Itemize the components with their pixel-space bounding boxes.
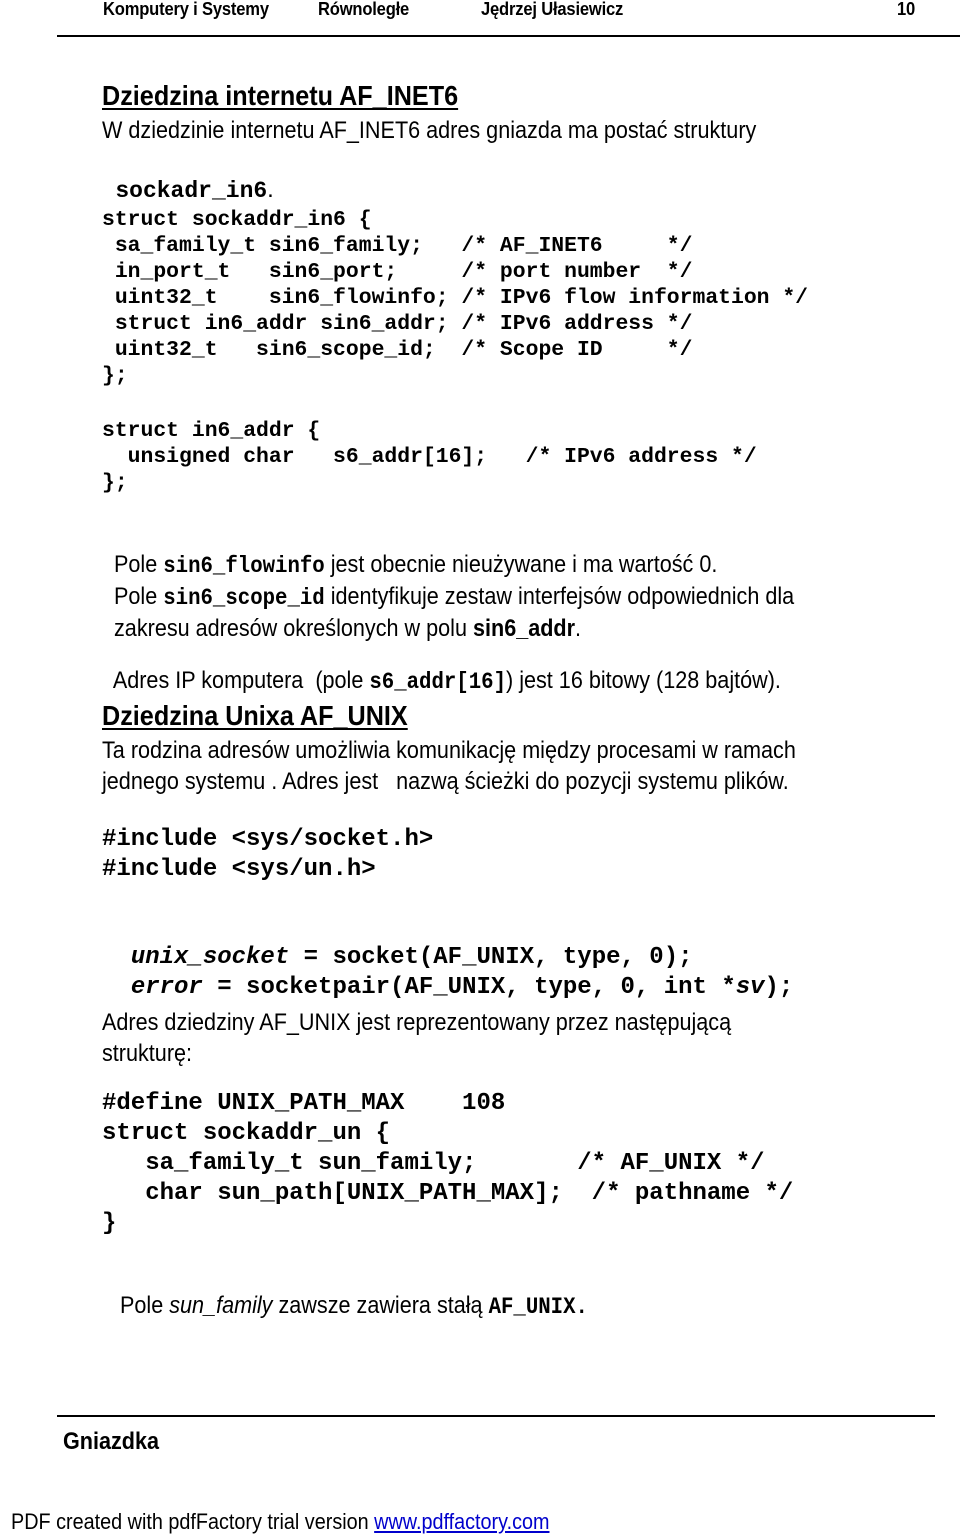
code-line: uint32_t sin6_scope_id; /* Scope ID */	[102, 338, 693, 362]
pdffactory-link[interactable]: www.pdffactory.com	[374, 1509, 549, 1534]
struct-intro-line1: Adres dziedziny AF_UNIX jest reprezentow…	[102, 1009, 732, 1036]
code-text: );	[764, 974, 794, 1001]
code-line: sa_family_t sin6_family; /* AF_INET6 */	[102, 234, 693, 258]
code-var: error	[130, 974, 203, 1001]
code-line: };	[102, 364, 128, 388]
field-code: s6_addr[16]	[369, 669, 507, 695]
section2-intro-line1: Ta rodzina adresów umożliwia komunikację…	[102, 737, 796, 764]
code-arg: sv	[735, 974, 765, 1001]
code-text: = socketpair(AF_UNIX, type, 0, int *	[202, 974, 736, 1001]
intro-period: .	[267, 176, 274, 203]
code-line: unsigned char s6_addr[16]; /* IPv6 addre…	[102, 445, 757, 469]
code-line: struct in6_addr {	[102, 419, 321, 443]
code-line: struct sockaddr_un {	[102, 1120, 391, 1147]
code-line: in_port_t sin6_port; /* port number */	[102, 260, 693, 284]
section-title-af-inet6: Dziedzina internetu AF_INET6	[102, 80, 459, 111]
code-line: uint32_t sin6_flowinfo; /* IPv6 flow inf…	[102, 286, 809, 310]
code-line: #define UNIX_PATH_MAX 108	[102, 1090, 506, 1117]
field-italic: sun_family	[169, 1292, 273, 1319]
header-course-2: Równoległe	[318, 0, 410, 19]
para-text: .	[575, 615, 582, 642]
code-line: struct in6_addr sin6_addr; /* IPv6 addre…	[102, 312, 693, 336]
header-author: Jędrzej Ułasiewicz	[481, 0, 624, 19]
code-line: char sun_path[UNIX_PATH_MAX]; /* pathnam…	[102, 1180, 794, 1207]
struct-name-code: sockadr_in6	[115, 178, 268, 204]
para-scope-id-line2: zakresu adresów określonych w polu sin6_…	[102, 587, 581, 643]
code-line: struct sockaddr_in6 {	[102, 208, 372, 232]
para-text: zakresu adresów określonych w polu	[114, 615, 473, 642]
header-course: Komputery i Systemy	[103, 0, 269, 19]
code-line: #include <sys/un.h>	[102, 856, 376, 883]
code-socketpair-call: error = socketpair(AF_UNIX, type, 0, int…	[102, 947, 794, 1001]
final-note: Pole sun_family zawsze zawiera stałą AF_…	[108, 1264, 588, 1320]
footer-text: PDF created with pdfFactory trial versio…	[11, 1509, 375, 1534]
chapter-title: Gniazdka	[63, 1428, 160, 1455]
struct-intro-line2: strukturę:	[102, 1040, 193, 1067]
code-line: sa_family_t sun_family; /* AF_UNIX */	[102, 1150, 765, 1177]
code-line: };	[102, 471, 128, 495]
bottom-divider	[57, 1415, 935, 1417]
para-address-size: Adres IP komputera (pole s6_addr[16]) je…	[102, 639, 781, 695]
para-text: Pole	[120, 1292, 170, 1319]
field-bold: sin6_addr	[472, 615, 576, 642]
section-title-af-unix: Dziedzina Unixa AF_UNIX	[102, 700, 408, 731]
section2-intro-line2: jednego systemu . Adres jest nazwą ścież…	[102, 768, 789, 795]
para-text: Adres IP komputera (pole	[112, 667, 370, 694]
section1-intro: W dziedzinie internetu AF_INET6 adres gn…	[102, 117, 757, 144]
pdf-footer: PDF created with pdfFactory trial versio…	[0, 1483, 549, 1535]
constant-code: AF_UNIX.	[488, 1294, 588, 1320]
para-text: ) jest 16 bitowy (128 bajtów).	[506, 667, 781, 694]
code-line: #include <sys/socket.h>	[102, 826, 434, 853]
para-text: zawsze zawiera stałą	[272, 1292, 489, 1319]
section1-intro-line2: sockadr_in6.	[102, 148, 274, 204]
page-number: 10	[897, 0, 916, 19]
header-divider	[57, 35, 960, 37]
code-line: }	[102, 1210, 117, 1237]
